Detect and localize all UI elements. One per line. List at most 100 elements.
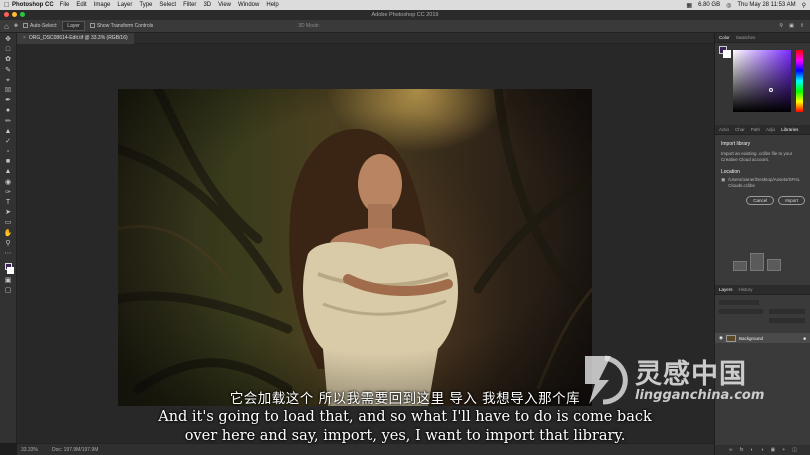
- layer-filter-dropdown[interactable]: [719, 300, 759, 305]
- home-icon[interactable]: ⌂: [4, 22, 9, 31]
- menu-view[interactable]: View: [218, 2, 231, 8]
- hand-tool-icon[interactable]: ✋: [4, 230, 13, 238]
- menu-image[interactable]: Image: [94, 2, 111, 8]
- menubar-status: ▦ 6.80 GB ◎ Thu May 28 11:53 AM ⚲: [686, 2, 806, 9]
- tab-adjustments[interactable]: Adju: [766, 127, 775, 132]
- new-layer-icon[interactable]: +: [782, 447, 785, 453]
- menu-edit[interactable]: Edit: [76, 2, 86, 8]
- tab-swatches[interactable]: Swatches: [736, 35, 756, 40]
- color-panel-tabs: Color Swatches: [715, 33, 810, 43]
- menu-file[interactable]: File: [60, 2, 70, 8]
- dialog-buttons: Cancel Import: [721, 196, 805, 205]
- workspace-icon[interactable]: ▣: [789, 23, 794, 29]
- location-label: Location: [721, 169, 740, 175]
- more-tools-icon[interactable]: ⋯: [4, 250, 13, 258]
- close-icon[interactable]: ×: [23, 35, 26, 41]
- tab-paths[interactable]: Path: [751, 127, 760, 132]
- screen-mode-icon[interactable]: ▢: [4, 287, 13, 295]
- folder-icon[interactable]: ▣: [771, 447, 776, 453]
- menu-type[interactable]: Type: [139, 2, 152, 8]
- apple-icon[interactable]: : [4, 2, 12, 9]
- memory-icon: ▦: [686, 2, 693, 9]
- tab-layers[interactable]: Layers: [719, 287, 733, 292]
- menu-select[interactable]: Select: [159, 2, 176, 8]
- mask-icon[interactable]: ◐: [750, 447, 753, 453]
- cancel-button[interactable]: Cancel: [746, 196, 775, 205]
- lasso-tool-icon[interactable]: ✿: [4, 56, 13, 64]
- frame-tool-icon[interactable]: ☒: [4, 87, 13, 95]
- quick-mask-icon[interactable]: ▣: [4, 277, 13, 285]
- close-window-button[interactable]: [4, 12, 9, 17]
- tab-history[interactable]: History: [739, 287, 753, 292]
- opacity-field[interactable]: [769, 309, 805, 314]
- watermark-chinese: 灵感中国: [635, 359, 747, 390]
- brush-tool-icon[interactable]: ✏: [4, 118, 13, 126]
- move-tool-icon[interactable]: ✥: [4, 36, 13, 44]
- show-transform-checkbox[interactable]: Show Transform Controls: [89, 23, 153, 29]
- shape-tool-icon[interactable]: ▭: [4, 219, 13, 227]
- tab-color[interactable]: Color: [719, 35, 730, 40]
- search-icon[interactable]: ⚲: [802, 2, 806, 9]
- eraser-tool-icon[interactable]: ▫: [4, 148, 13, 156]
- type-tool-icon[interactable]: T: [4, 199, 13, 207]
- marquee-tool-icon[interactable]: □: [4, 46, 13, 54]
- folder-icon: ▣: [721, 177, 726, 182]
- menu-filter[interactable]: Filter: [183, 2, 196, 8]
- healing-brush-tool-icon[interactable]: ●: [4, 107, 13, 115]
- color-field[interactable]: [733, 50, 791, 112]
- tab-character[interactable]: Char: [735, 127, 745, 132]
- history-brush-tool-icon[interactable]: ✓: [4, 138, 13, 146]
- gradient-tool-icon[interactable]: ■: [4, 158, 13, 166]
- zoom-readout[interactable]: 33.33%: [21, 447, 38, 453]
- clone-stamp-tool-icon[interactable]: ▲: [4, 128, 13, 136]
- adjustment-icon[interactable]: ◑: [761, 447, 764, 453]
- move-tool-icon[interactable]: ✥: [14, 23, 18, 29]
- import-library-description: Import an existing .cclibs file to your …: [721, 151, 793, 162]
- blur-tool-icon[interactable]: ▲: [4, 168, 13, 176]
- background-color-swatch[interactable]: [7, 267, 14, 275]
- eyedropper-tool-icon[interactable]: ✒: [4, 97, 13, 105]
- quick-select-tool-icon[interactable]: ✎: [4, 67, 13, 75]
- import-button[interactable]: Import: [778, 196, 805, 205]
- tab-actions[interactable]: Actio: [719, 127, 729, 132]
- color-picker-handle[interactable]: [769, 88, 773, 92]
- zoom-window-button[interactable]: [20, 12, 25, 17]
- hue-slider[interactable]: [796, 50, 803, 112]
- minimize-window-button[interactable]: [12, 12, 17, 17]
- fill-field[interactable]: [769, 318, 805, 323]
- background-color-swatch[interactable]: [723, 50, 731, 58]
- auto-select-checkbox[interactable]: Auto-Select:: [23, 23, 57, 29]
- auto-select-dropdown[interactable]: Layer: [62, 21, 85, 31]
- crop-tool-icon[interactable]: ⌖: [4, 77, 13, 85]
- search-icon[interactable]: ⚲: [779, 23, 783, 29]
- datetime[interactable]: Thu May 28 11:53 AM: [737, 2, 795, 8]
- doc-size-readout[interactable]: Doc: 197.9M/197.9M: [52, 447, 98, 453]
- menu-help[interactable]: Help: [266, 2, 278, 8]
- library-illustration-icon: [733, 253, 781, 271]
- menu-window[interactable]: Window: [238, 2, 259, 8]
- lock-icon[interactable]: ■: [803, 336, 806, 341]
- layer-row[interactable]: ◉ Background ■: [715, 333, 810, 343]
- photo-canvas[interactable]: [118, 89, 592, 406]
- tab-libraries[interactable]: Libraries: [781, 127, 798, 132]
- pen-tool-icon[interactable]: ✑: [4, 189, 13, 197]
- menu-layer[interactable]: Layer: [117, 2, 132, 8]
- document-tab[interactable]: × ORG_DSC08614-Edit.tif @ 33.3% (RGB/16): [17, 33, 134, 44]
- menu-app-name[interactable]: Photoshop CC: [12, 2, 54, 8]
- path-select-tool-icon[interactable]: ➤: [4, 209, 13, 217]
- subtitle-chinese: 它会加载这个 所以我需要回到这里 导入 我想导入那个库: [229, 391, 581, 407]
- link-icon[interactable]: ∞: [729, 447, 733, 453]
- eye-icon[interactable]: ◉: [719, 335, 723, 341]
- zoom-tool-icon[interactable]: ⚲: [4, 240, 13, 248]
- color-panel: [715, 43, 810, 125]
- trash-icon[interactable]: ◫: [792, 447, 797, 453]
- blend-mode-dropdown[interactable]: [719, 309, 763, 314]
- window-titlebar: Adobe Photoshop CC 2019: [0, 10, 810, 20]
- share-icon[interactable]: ⇧: [800, 23, 804, 29]
- wifi-icon[interactable]: ◎: [726, 2, 731, 9]
- dodge-tool-icon[interactable]: ◉: [4, 179, 13, 187]
- fx-icon[interactable]: fx: [740, 447, 744, 453]
- location-field[interactable]: ▣ /Users/owner/Desktop/Assets/SFHL Cloud…: [721, 177, 805, 188]
- library-tabs-wrap: Actio Char Path Adju Libraries: [715, 125, 810, 135]
- menu-3d[interactable]: 3D: [203, 2, 211, 8]
